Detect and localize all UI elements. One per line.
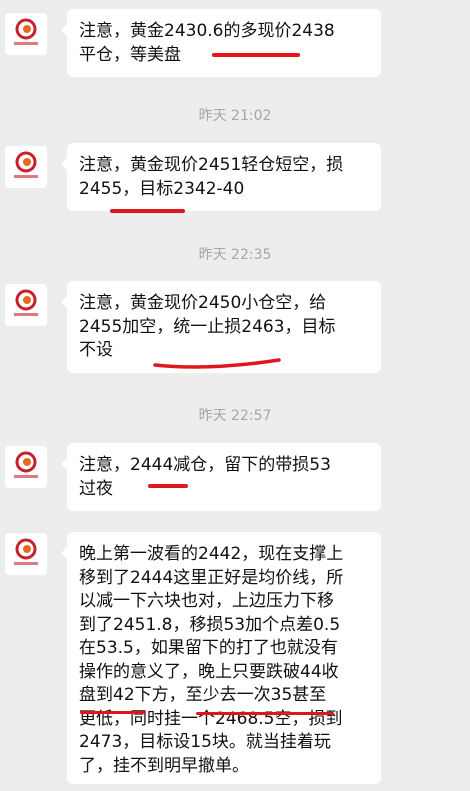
message-line: 注意，黄金2430.6的多现价2438 xyxy=(79,21,335,41)
timestamp: 昨天 22:35 xyxy=(198,247,272,263)
message-line: 注意，黄金现价2450小仓空，给 xyxy=(79,293,327,313)
message-line: 晚上第一波看的2442，现在支撑上 xyxy=(79,544,344,564)
avatar[interactable] xyxy=(5,284,47,326)
message-line: 在53.5，如果留下的打了也就没有 xyxy=(79,638,338,658)
message-line: 以减一下六块也对，上边压力下移 xyxy=(79,591,334,611)
message-line: 2455，目标2342-40 xyxy=(79,178,245,199)
avatar[interactable] xyxy=(5,446,47,488)
message-line: 注意，2444减仓，留下的带损53 xyxy=(79,455,331,475)
message-line: 过夜 xyxy=(79,478,113,499)
avatar[interactable] xyxy=(5,533,47,575)
message-line: 移到了2444这里正好是均价线，所 xyxy=(79,567,344,588)
red-circle-logo-icon xyxy=(14,289,38,316)
timestamp: 昨天 22:57 xyxy=(198,408,272,424)
message-line: 了，挂不到明早撤单。 xyxy=(79,755,249,776)
message-bubble[interactable]: 注意，黄金现价2451轻仓短空，损 2455，目标2342-40 xyxy=(61,143,381,211)
message-line: 注意，黄金现价2451轻仓短空，损 xyxy=(79,155,344,175)
message-bubble[interactable]: 注意，2444减仓，留下的带损53 过夜 xyxy=(61,443,381,511)
red-underline xyxy=(212,53,300,57)
timestamp: 昨天 21:02 xyxy=(198,108,272,124)
red-underline xyxy=(110,209,185,213)
red-circle-logo-icon xyxy=(14,538,38,565)
message-line: 操作的意义了，晚上只要跌破44收 xyxy=(79,661,339,682)
red-underline xyxy=(153,358,281,369)
red-circle-logo-icon xyxy=(14,151,38,178)
avatar[interactable] xyxy=(5,146,47,188)
message-line: 2455加空，统一止损2463，目标 xyxy=(79,316,336,337)
red-circle-logo-icon xyxy=(14,451,38,478)
message-bubble[interactable]: 晚上第一波看的2442，现在支撑上 移到了2444这里正好是均价线，所 以减一下… xyxy=(61,532,381,784)
message-bubble[interactable]: 注意，黄金2430.6的多现价2438 平仓，等美盘 xyxy=(61,9,381,77)
message-line: 到了2451.8，移损53加个点差0.5 xyxy=(79,614,341,635)
red-underline xyxy=(148,484,188,488)
red-underline xyxy=(196,712,334,715)
message-line: 2473，目标设15块。就当挂着玩 xyxy=(79,732,331,752)
red-underline xyxy=(80,711,146,714)
message-line: 盘到42下方，至少去一次35甚至 xyxy=(79,685,327,705)
chat-window: 注意，黄金2430.6的多现价2438 平仓，等美盘 昨天 21:02 注意，黄… xyxy=(0,0,470,791)
avatar[interactable] xyxy=(5,13,47,55)
red-circle-logo-icon xyxy=(14,18,38,45)
